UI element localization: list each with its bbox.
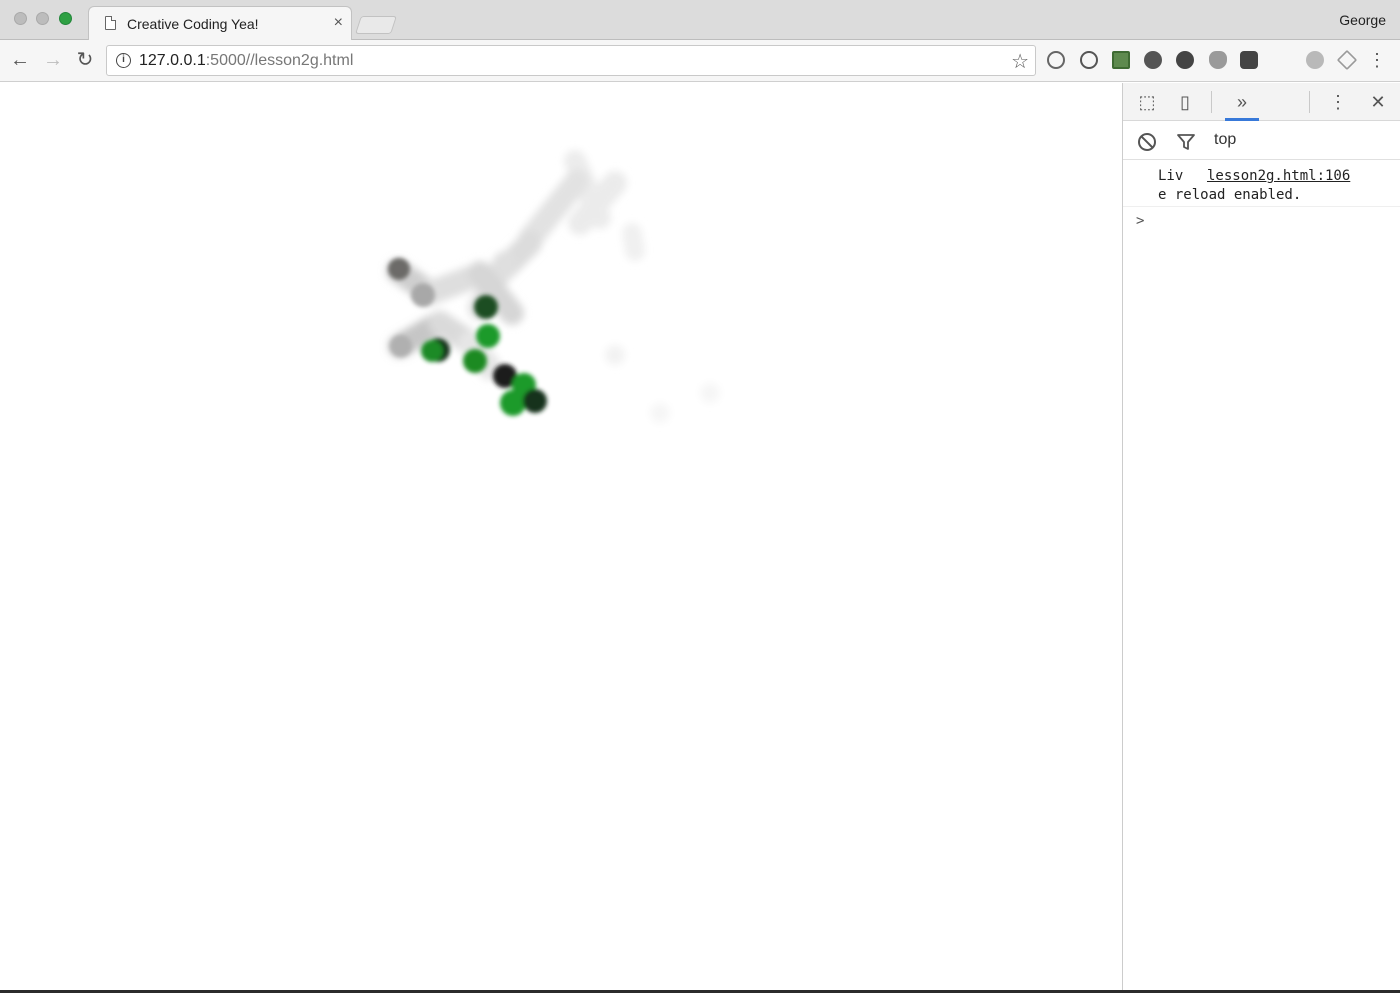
console-toolbar: top [1123,121,1400,160]
globe-icon[interactable] [1176,51,1194,69]
calendar-icon[interactable] [1112,51,1130,69]
pinterest-icon[interactable] [1144,51,1162,69]
devtools-panel: ⬚ ▯ » ⋮ ✕ top Liv lesson2g.html:106 e re… [1122,83,1400,990]
url-path: :5000//lesson2g.html [205,52,354,69]
drive-icon[interactable] [1336,49,1358,71]
browser-menu-icon[interactable]: ⋮ [1368,50,1386,70]
console-prompt[interactable]: > [1136,213,1144,229]
inspect-element-icon[interactable]: ⬚ [1135,91,1159,113]
devtools-divider [1309,91,1310,113]
sketch-drawing[interactable] [0,83,1122,990]
tab-close-button[interactable]: × [334,13,343,33]
clear-console-icon[interactable] [1137,132,1157,152]
url-text[interactable]: 127.0.0.1:5000//lesson2g.html [139,52,353,70]
window-minimize-button[interactable] [36,12,49,25]
source-link[interactable]: lesson2g.html:106 [1207,168,1350,184]
pocket-icon[interactable] [1240,51,1258,69]
profile-name[interactable]: George [1339,12,1386,28]
tab-title: Creative Coding Yea! [127,16,259,32]
context-selector[interactable]: top [1214,131,1236,149]
filter-icon[interactable] [1176,132,1196,152]
new-tab-button[interactable] [355,16,397,34]
devtools-toolbar: ⬚ ▯ » ⋮ ✕ [1123,83,1400,121]
opera-icon[interactable] [1080,51,1098,69]
more-tabs-icon[interactable]: » [1230,91,1254,113]
devtools-close-icon[interactable]: ✕ [1366,91,1390,113]
url-host: 127.0.0.1 [139,52,206,69]
sync-icon[interactable] [1047,51,1065,69]
shield-icon[interactable] [1209,51,1227,69]
page-canvas[interactable] [0,83,1122,990]
devtools-menu-icon[interactable]: ⋮ [1326,91,1350,113]
devtools-divider [1211,91,1212,113]
console-message-text: Liv [1158,168,1184,184]
browser-toolbar: ← → ↻ i 127.0.0.1:5000//lesson2g.html ☆ … [0,40,1400,82]
orb-icon[interactable] [1306,51,1324,69]
forward-button[interactable]: → [42,49,64,71]
console-message-text-continued: e reload enabled. [1158,187,1302,203]
console-message: Liv lesson2g.html:106 e reload enabled. [1123,160,1400,207]
document-icon [105,16,116,30]
reload-button[interactable]: ↻ [74,49,96,71]
window-maximize-button[interactable] [59,12,72,25]
browser-window: Creative Coding Yea! × George ← → ↻ i 12… [0,0,1400,993]
browser-tab[interactable]: Creative Coding Yea! × [88,6,352,41]
faint-trails [386,150,720,423]
back-button[interactable]: ← [9,49,31,71]
info-icon[interactable]: i [116,53,131,68]
bookmark-star-icon[interactable]: ☆ [1011,49,1029,74]
window-close-button[interactable] [14,12,27,25]
address-bar[interactable]: i 127.0.0.1:5000//lesson2g.html ☆ [106,45,1036,76]
device-toolbar-icon[interactable]: ▯ [1173,91,1197,113]
title-bar: Creative Coding Yea! × George [0,0,1400,41]
